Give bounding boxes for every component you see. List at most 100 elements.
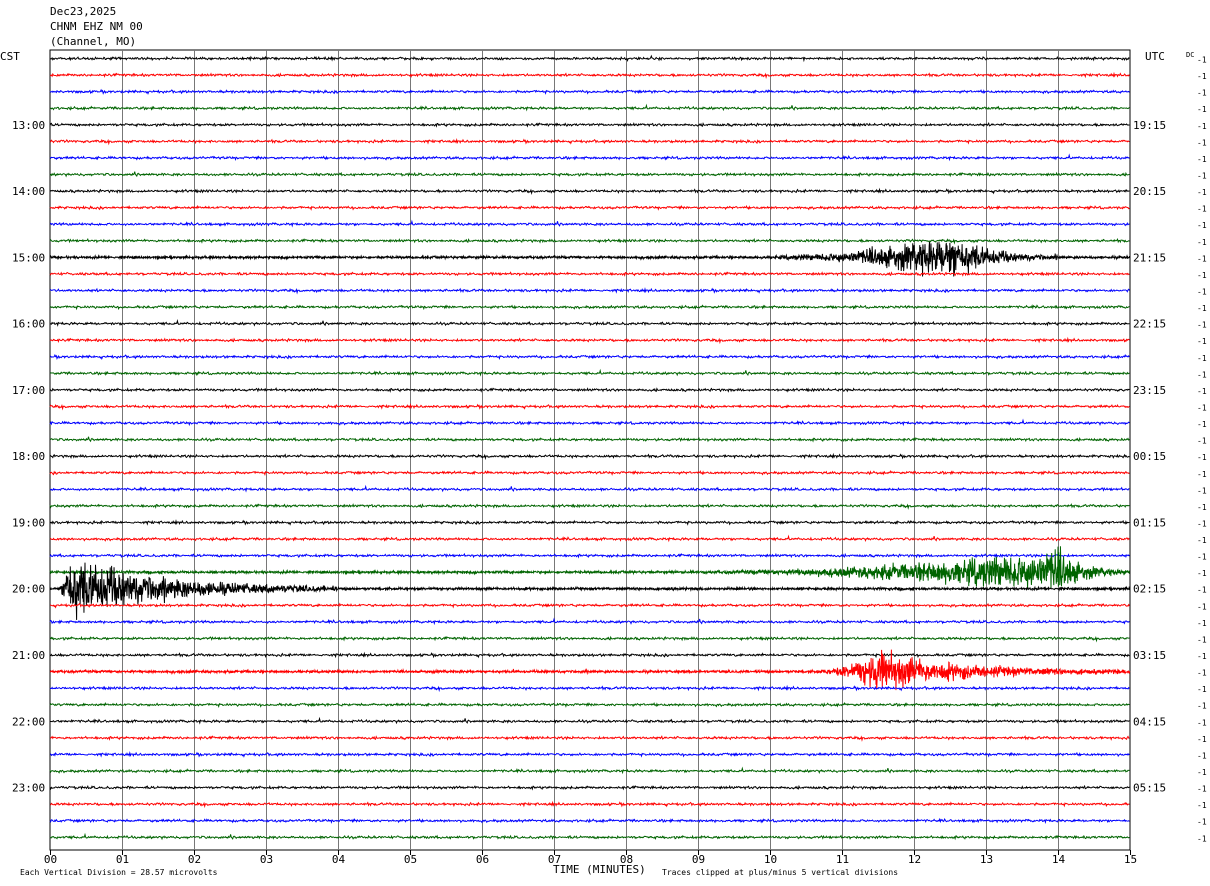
dc-offset-label: -1	[1197, 370, 1207, 379]
dc-offset-label: -1	[1197, 602, 1207, 611]
x-tick-label: 03	[260, 853, 273, 866]
trace-row-10	[49, 219, 1130, 228]
trace-row-11	[49, 238, 1130, 245]
dc-offset-label: -1	[1197, 785, 1207, 794]
dc-offset-label: -1	[1197, 635, 1207, 644]
dc-offset-label: -1	[1197, 155, 1207, 164]
trace-row-6	[49, 153, 1130, 162]
trace-row-43	[49, 766, 1130, 775]
dc-offset-label: -1	[1197, 171, 1207, 180]
trace-row-17	[49, 336, 1130, 345]
dc-offset-label: -1	[1197, 354, 1207, 363]
x-tick-label: 00	[44, 853, 57, 866]
trace-row-34	[49, 617, 1130, 626]
plot-frame	[49, 49, 1131, 851]
dc-offset-label: -1	[1197, 735, 1207, 744]
trace-row-4	[49, 122, 1130, 128]
dc-offset-label: -1	[1197, 751, 1207, 760]
dc-offset-label: -1	[1197, 105, 1207, 114]
trace-row-44	[49, 784, 1130, 791]
trace-row-33	[49, 602, 1130, 609]
trace-row-5	[49, 137, 1130, 146]
clip-note: Traces clipped at plus/minus 5 vertical …	[662, 868, 898, 877]
utc-time-label: 20:15	[1133, 185, 1166, 198]
cst-time-label: 20:00	[12, 583, 45, 596]
trace-row-14	[49, 287, 1130, 295]
x-tick-label: 15	[1124, 853, 1137, 866]
dc-offset-label: -1	[1197, 403, 1207, 412]
cst-time-label: 21:00	[12, 649, 45, 662]
trace-row-24	[49, 452, 1130, 461]
trace-row-41	[49, 735, 1130, 742]
utc-time-label: 21:15	[1133, 251, 1166, 264]
division-note: Each Vertical Division = 28.57 microvolt…	[20, 868, 218, 877]
trace-row-8	[49, 187, 1130, 196]
trace-row-26	[49, 484, 1130, 493]
dc-offset-label: -1	[1197, 702, 1207, 711]
dc-offset-label: -1	[1197, 486, 1207, 495]
trace-row-7	[49, 171, 1130, 178]
dc-offset-label: -1	[1197, 205, 1207, 214]
x-tick-label: 06	[476, 853, 489, 866]
dc-offset-label: -1	[1197, 72, 1207, 81]
x-tick-label: 04	[332, 853, 346, 866]
trace-row-40	[49, 716, 1130, 725]
dc-offset-label: -1	[1197, 685, 1207, 694]
cst-time-label: 16:00	[12, 318, 45, 331]
trace-row-21	[49, 403, 1130, 411]
cst-time-label: 23:00	[12, 782, 45, 795]
trace-row-23	[49, 436, 1130, 443]
dc-offset-label: -1	[1197, 718, 1207, 727]
dc-offset-label: -1	[1197, 271, 1207, 280]
dc-offset-label: -1	[1197, 437, 1207, 446]
dc-offset-label: -1	[1197, 387, 1207, 396]
dc-offset-label: -1	[1197, 536, 1207, 545]
utc-time-label: 23:15	[1133, 384, 1166, 397]
cst-time-label: 14:00	[12, 185, 45, 198]
trace-row-46	[49, 817, 1130, 824]
trace-row-28	[49, 519, 1130, 526]
x-tick-label: 11	[836, 853, 849, 866]
dc-offset-label: -1	[1197, 56, 1207, 65]
dc-offset-label: -1	[1197, 818, 1207, 827]
x-tick-label: 14	[1052, 853, 1066, 866]
utc-time-label: 02:15	[1133, 583, 1166, 596]
dc-label: DC	[1186, 51, 1194, 59]
dc-offset-label: -1	[1197, 569, 1207, 578]
trace-row-16	[49, 319, 1130, 327]
dc-offset-label: -1	[1197, 221, 1207, 230]
trace-row-29	[49, 534, 1130, 543]
trace-row-2	[49, 88, 1130, 95]
x-tick-label: 12	[908, 853, 921, 866]
dc-offset-label: -1	[1197, 669, 1207, 678]
dc-offset-label: -1	[1197, 89, 1207, 98]
dc-offset-label: -1	[1197, 337, 1207, 346]
dc-offset-label: -1	[1197, 619, 1207, 628]
trace-row-25	[49, 469, 1130, 476]
trace-row-22	[49, 418, 1130, 427]
x-tick-label: 13	[980, 853, 993, 866]
dc-offset-label: -1	[1197, 519, 1207, 528]
utc-time-label: 22:15	[1133, 318, 1166, 331]
cst-time-label: 13:00	[12, 119, 45, 132]
x-tick-label: 09	[692, 853, 705, 866]
plot-grid	[49, 49, 1131, 855]
utc-time-label: 04:15	[1133, 715, 1166, 728]
trace-row-38	[49, 684, 1130, 693]
dc-offset-label: -1	[1197, 420, 1207, 429]
trace-row-9	[49, 204, 1130, 211]
cst-time-label: 19:00	[12, 516, 45, 529]
utc-time-label: 19:15	[1133, 119, 1166, 132]
dc-offset-label: -1	[1197, 553, 1207, 562]
utc-time-label: 05:15	[1133, 782, 1166, 795]
cst-time-label: 15:00	[12, 251, 45, 264]
trace-row-0	[49, 54, 1130, 63]
trace-row-47	[49, 832, 1130, 841]
dc-offset-label: -1	[1197, 321, 1207, 330]
dc-offset-label: -1	[1197, 122, 1207, 131]
x-axis-label: TIME (MINUTES)	[553, 863, 646, 876]
dc-offset-label: -1	[1197, 801, 1207, 810]
dc-offset-label: -1	[1197, 470, 1207, 479]
trace-row-30	[49, 552, 1130, 559]
dc-offset-label: -1	[1197, 188, 1207, 197]
